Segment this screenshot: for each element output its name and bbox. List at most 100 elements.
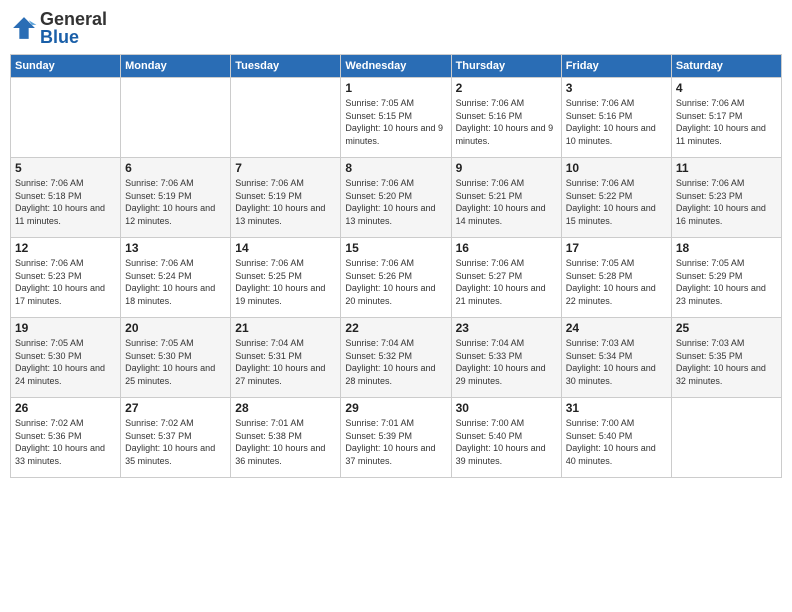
day-number: 27 [125, 401, 226, 415]
day-info: Sunrise: 7:06 AMSunset: 5:26 PMDaylight:… [345, 257, 446, 307]
day-info: Sunrise: 7:06 AMSunset: 5:19 PMDaylight:… [235, 177, 336, 227]
day-number: 22 [345, 321, 446, 335]
week-row-4: 19 Sunrise: 7:05 AMSunset: 5:30 PMDaylig… [11, 318, 782, 398]
day-cell: 27 Sunrise: 7:02 AMSunset: 5:37 PMDaylig… [121, 398, 231, 478]
day-cell: 26 Sunrise: 7:02 AMSunset: 5:36 PMDaylig… [11, 398, 121, 478]
day-cell: 9 Sunrise: 7:06 AMSunset: 5:21 PMDayligh… [451, 158, 561, 238]
day-number: 7 [235, 161, 336, 175]
day-number: 18 [676, 241, 777, 255]
day-info: Sunrise: 7:02 AMSunset: 5:36 PMDaylight:… [15, 417, 116, 467]
header: General Blue [10, 10, 782, 46]
weekday-header-row: SundayMondayTuesdayWednesdayThursdayFrid… [11, 55, 782, 78]
day-info: Sunrise: 7:06 AMSunset: 5:24 PMDaylight:… [125, 257, 226, 307]
day-cell [671, 398, 781, 478]
day-cell: 19 Sunrise: 7:05 AMSunset: 5:30 PMDaylig… [11, 318, 121, 398]
weekday-header-saturday: Saturday [671, 55, 781, 78]
day-cell: 16 Sunrise: 7:06 AMSunset: 5:27 PMDaylig… [451, 238, 561, 318]
day-info: Sunrise: 7:02 AMSunset: 5:37 PMDaylight:… [125, 417, 226, 467]
day-cell: 10 Sunrise: 7:06 AMSunset: 5:22 PMDaylig… [561, 158, 671, 238]
day-info: Sunrise: 7:06 AMSunset: 5:19 PMDaylight:… [125, 177, 226, 227]
weekday-header-monday: Monday [121, 55, 231, 78]
day-cell: 31 Sunrise: 7:00 AMSunset: 5:40 PMDaylig… [561, 398, 671, 478]
day-info: Sunrise: 7:06 AMSunset: 5:25 PMDaylight:… [235, 257, 336, 307]
day-number: 2 [456, 81, 557, 95]
day-cell: 22 Sunrise: 7:04 AMSunset: 5:32 PMDaylig… [341, 318, 451, 398]
day-number: 24 [566, 321, 667, 335]
day-cell: 17 Sunrise: 7:05 AMSunset: 5:28 PMDaylig… [561, 238, 671, 318]
day-info: Sunrise: 7:05 AMSunset: 5:29 PMDaylight:… [676, 257, 777, 307]
day-number: 6 [125, 161, 226, 175]
day-info: Sunrise: 7:03 AMSunset: 5:34 PMDaylight:… [566, 337, 667, 387]
day-info: Sunrise: 7:06 AMSunset: 5:16 PMDaylight:… [456, 97, 557, 147]
day-cell: 1 Sunrise: 7:05 AMSunset: 5:15 PMDayligh… [341, 78, 451, 158]
day-cell: 18 Sunrise: 7:05 AMSunset: 5:29 PMDaylig… [671, 238, 781, 318]
day-number: 14 [235, 241, 336, 255]
day-number: 10 [566, 161, 667, 175]
weekday-header-thursday: Thursday [451, 55, 561, 78]
day-info: Sunrise: 7:00 AMSunset: 5:40 PMDaylight:… [566, 417, 667, 467]
day-info: Sunrise: 7:06 AMSunset: 5:27 PMDaylight:… [456, 257, 557, 307]
day-cell: 2 Sunrise: 7:06 AMSunset: 5:16 PMDayligh… [451, 78, 561, 158]
day-info: Sunrise: 7:06 AMSunset: 5:17 PMDaylight:… [676, 97, 777, 147]
day-cell: 23 Sunrise: 7:04 AMSunset: 5:33 PMDaylig… [451, 318, 561, 398]
day-info: Sunrise: 7:05 AMSunset: 5:30 PMDaylight:… [125, 337, 226, 387]
day-cell: 14 Sunrise: 7:06 AMSunset: 5:25 PMDaylig… [231, 238, 341, 318]
day-info: Sunrise: 7:06 AMSunset: 5:20 PMDaylight:… [345, 177, 446, 227]
day-cell [231, 78, 341, 158]
day-number: 25 [676, 321, 777, 335]
day-number: 8 [345, 161, 446, 175]
weekday-header-tuesday: Tuesday [231, 55, 341, 78]
day-cell [121, 78, 231, 158]
day-info: Sunrise: 7:06 AMSunset: 5:21 PMDaylight:… [456, 177, 557, 227]
logo-blue: Blue [40, 27, 79, 47]
calendar-table: SundayMondayTuesdayWednesdayThursdayFrid… [10, 54, 782, 478]
day-info: Sunrise: 7:03 AMSunset: 5:35 PMDaylight:… [676, 337, 777, 387]
day-cell: 30 Sunrise: 7:00 AMSunset: 5:40 PMDaylig… [451, 398, 561, 478]
day-info: Sunrise: 7:04 AMSunset: 5:31 PMDaylight:… [235, 337, 336, 387]
day-info: Sunrise: 7:05 AMSunset: 5:28 PMDaylight:… [566, 257, 667, 307]
day-cell: 28 Sunrise: 7:01 AMSunset: 5:38 PMDaylig… [231, 398, 341, 478]
day-cell: 12 Sunrise: 7:06 AMSunset: 5:23 PMDaylig… [11, 238, 121, 318]
week-row-1: 1 Sunrise: 7:05 AMSunset: 5:15 PMDayligh… [11, 78, 782, 158]
day-number: 11 [676, 161, 777, 175]
day-info: Sunrise: 7:05 AMSunset: 5:15 PMDaylight:… [345, 97, 446, 147]
day-cell: 24 Sunrise: 7:03 AMSunset: 5:34 PMDaylig… [561, 318, 671, 398]
logo-text: General Blue [40, 10, 107, 46]
week-row-3: 12 Sunrise: 7:06 AMSunset: 5:23 PMDaylig… [11, 238, 782, 318]
day-info: Sunrise: 7:05 AMSunset: 5:30 PMDaylight:… [15, 337, 116, 387]
day-info: Sunrise: 7:04 AMSunset: 5:32 PMDaylight:… [345, 337, 446, 387]
weekday-header-friday: Friday [561, 55, 671, 78]
day-number: 9 [456, 161, 557, 175]
day-cell: 6 Sunrise: 7:06 AMSunset: 5:19 PMDayligh… [121, 158, 231, 238]
day-info: Sunrise: 7:06 AMSunset: 5:22 PMDaylight:… [566, 177, 667, 227]
day-number: 29 [345, 401, 446, 415]
week-row-5: 26 Sunrise: 7:02 AMSunset: 5:36 PMDaylig… [11, 398, 782, 478]
day-info: Sunrise: 7:06 AMSunset: 5:16 PMDaylight:… [566, 97, 667, 147]
day-number: 12 [15, 241, 116, 255]
day-number: 5 [15, 161, 116, 175]
day-number: 30 [456, 401, 557, 415]
day-number: 28 [235, 401, 336, 415]
day-number: 1 [345, 81, 446, 95]
day-number: 16 [456, 241, 557, 255]
day-cell [11, 78, 121, 158]
logo-general: General [40, 9, 107, 29]
day-info: Sunrise: 7:06 AMSunset: 5:23 PMDaylight:… [676, 177, 777, 227]
week-row-2: 5 Sunrise: 7:06 AMSunset: 5:18 PMDayligh… [11, 158, 782, 238]
day-cell: 13 Sunrise: 7:06 AMSunset: 5:24 PMDaylig… [121, 238, 231, 318]
logo-icon [10, 14, 38, 42]
day-cell: 4 Sunrise: 7:06 AMSunset: 5:17 PMDayligh… [671, 78, 781, 158]
day-number: 26 [15, 401, 116, 415]
day-number: 17 [566, 241, 667, 255]
day-info: Sunrise: 7:00 AMSunset: 5:40 PMDaylight:… [456, 417, 557, 467]
day-cell: 11 Sunrise: 7:06 AMSunset: 5:23 PMDaylig… [671, 158, 781, 238]
day-number: 3 [566, 81, 667, 95]
weekday-header-sunday: Sunday [11, 55, 121, 78]
day-number: 23 [456, 321, 557, 335]
day-number: 19 [15, 321, 116, 335]
day-info: Sunrise: 7:06 AMSunset: 5:18 PMDaylight:… [15, 177, 116, 227]
day-number: 4 [676, 81, 777, 95]
day-cell: 20 Sunrise: 7:05 AMSunset: 5:30 PMDaylig… [121, 318, 231, 398]
day-cell: 25 Sunrise: 7:03 AMSunset: 5:35 PMDaylig… [671, 318, 781, 398]
day-number: 20 [125, 321, 226, 335]
